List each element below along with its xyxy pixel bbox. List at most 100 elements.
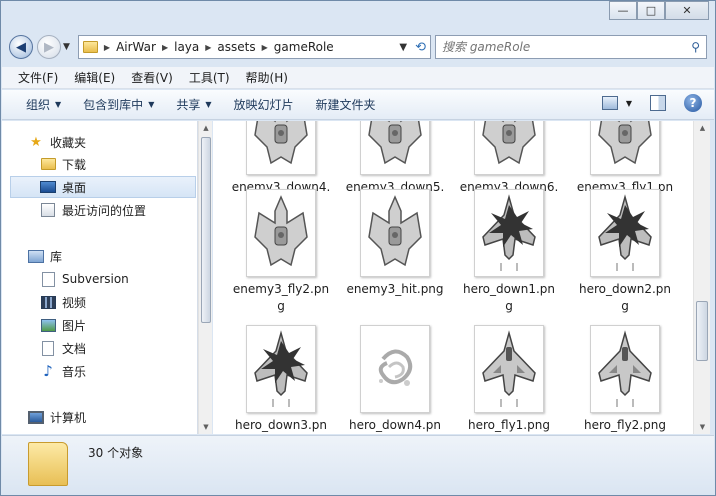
breadcrumb-separator-icon[interactable]: ▶ [205, 43, 211, 52]
new-folder-button[interactable]: 新建文件夹 [316, 96, 376, 113]
refresh-icon[interactable]: ⟲ [415, 40, 426, 55]
file-name: hero_fly1.png [453, 417, 565, 434]
file-list: enemy3_down4.pngenemy3_down5.pngenemy3_d… [213, 121, 693, 434]
file-name: hero_down4.pn [339, 417, 451, 434]
breadcrumb-laya[interactable]: laya [174, 40, 199, 54]
enemy-ship-icon [246, 189, 316, 277]
organize-label: 组织 [26, 98, 51, 112]
hero-explosion-icon [474, 189, 544, 277]
nav-desktop[interactable]: 桌面 [10, 176, 196, 198]
search-box[interactable]: ⚲ [435, 35, 707, 59]
nav-videos[interactable]: 视频 [2, 291, 198, 313]
breadcrumb-separator-icon[interactable]: ▶ [104, 43, 110, 52]
file-name-line: hero_down2.pn [578, 282, 672, 296]
breadcrumb-gamerole[interactable]: gameRole [274, 40, 334, 54]
file-item[interactable]: enemy3_fly2.pn g [225, 189, 337, 315]
slideshow-button[interactable]: 放映幻灯片 [234, 96, 294, 113]
nav-favorites[interactable]: ★ 收藏夹 [2, 131, 198, 153]
address-row: ◀ ▶ ▼ ▶ AirWar ▶ laya ▶ assets ▶ gameRol… [9, 33, 707, 61]
hero-explosion-icon [590, 189, 660, 277]
hero-ship-icon [474, 325, 544, 413]
nav-favorites-label: 收藏夹 [50, 135, 87, 150]
menu-view[interactable]: 查看(V) [131, 69, 173, 86]
nav-documents[interactable]: 文档 [2, 337, 198, 359]
file-item[interactable]: enemy3_hit.png [339, 189, 451, 298]
scroll-down-arrow-icon[interactable]: ▼ [199, 420, 213, 434]
caption-buttons: — □ ✕ [609, 1, 709, 20]
menu-help[interactable]: 帮助(H) [246, 69, 288, 86]
recent-pages-dropdown-icon[interactable]: ▼ [63, 42, 70, 52]
nav-music-label: 音乐 [62, 364, 87, 379]
nav-computer[interactable]: 计算机 [2, 406, 198, 428]
enemy-ship-icon [360, 189, 430, 277]
scroll-up-arrow-icon[interactable]: ▲ [199, 121, 213, 135]
share-button[interactable]: 共享 ▼ [176, 96, 211, 113]
nav-libraries[interactable]: 库 [2, 245, 198, 267]
music-note-icon: ♪ [43, 362, 53, 380]
minimize-button[interactable]: — [609, 1, 637, 20]
smoke-icon [360, 325, 430, 413]
file-item[interactable]: hero_down4.pn [339, 325, 451, 434]
menu-edit[interactable]: 编辑(E) [74, 69, 115, 86]
nav-scroll-thumb[interactable] [201, 137, 211, 323]
back-arrow-icon: ◀ [16, 39, 26, 55]
nav-subversion-label: Subversion [62, 272, 129, 286]
address-dropdown-icon[interactable]: ▼ [399, 42, 407, 53]
close-button[interactable]: ✕ [665, 1, 709, 20]
menu-bar: 文件(F) 编辑(E) 查看(V) 工具(T) 帮助(H) [2, 67, 714, 89]
nav-recent-places[interactable]: 最近访问的位置 [2, 199, 198, 221]
dropdown-arrow-icon: ▼ [205, 100, 212, 109]
content-scrollbar[interactable]: ▲ ▼ [693, 121, 710, 434]
new-folder-label: 新建文件夹 [315, 98, 376, 112]
file-item[interactable]: hero_down1.pn g [453, 189, 565, 315]
subversion-icon [40, 271, 56, 287]
dropdown-arrow-icon: ▼ [55, 100, 62, 109]
back-button[interactable]: ◀ [9, 35, 33, 59]
breadcrumb-separator-icon[interactable]: ▶ [162, 43, 168, 52]
enemy-ship-icon [474, 121, 544, 175]
menu-tools[interactable]: 工具(T) [189, 69, 230, 86]
share-label: 共享 [176, 98, 201, 112]
scroll-up-arrow-icon[interactable]: ▲ [694, 121, 711, 135]
nav-scrollbar[interactable]: ▲ ▼ [198, 121, 212, 434]
help-icon[interactable]: ? [684, 94, 702, 112]
menu-file[interactable]: 文件(F) [18, 69, 58, 86]
file-item[interactable]: hero_down3.pn [225, 325, 337, 434]
preview-pane-icon[interactable] [650, 95, 666, 111]
file-item[interactable]: hero_fly2.png [569, 325, 681, 434]
object-count: 30 个对象 [88, 446, 144, 460]
search-icon[interactable]: ⚲ [691, 40, 700, 54]
breadcrumb-separator-icon[interactable]: ▶ [262, 43, 268, 52]
nav-computer-label: 计算机 [50, 410, 87, 425]
nav-subversion[interactable]: Subversion [2, 268, 198, 290]
file-name-line: hero_down1.pn [462, 282, 556, 296]
include-in-library-button[interactable]: 包含到库中 ▼ [83, 96, 154, 113]
maximize-button[interactable]: □ [637, 1, 665, 20]
explorer-window: — □ ✕ ◀ ▶ ▼ ▶ AirWar ▶ laya ▶ assets ▶ g… [0, 0, 716, 496]
nav-videos-label: 视频 [62, 295, 87, 310]
nav-downloads-label: 下载 [62, 157, 87, 172]
nav-music[interactable]: ♪ 音乐 [2, 360, 198, 382]
search-input[interactable] [442, 40, 692, 54]
file-name-line: g [621, 299, 629, 313]
desktop-icon [40, 179, 56, 195]
pictures-icon [40, 317, 56, 333]
file-item[interactable]: hero_fly1.png [453, 325, 565, 434]
nav-pictures[interactable]: 图片 [2, 314, 198, 336]
organize-button[interactable]: 组织 ▼ [26, 96, 61, 113]
scroll-down-arrow-icon[interactable]: ▼ [694, 420, 711, 434]
computer-icon [28, 409, 44, 425]
breadcrumb-assets[interactable]: assets [217, 40, 255, 54]
slideshow-label: 放映幻灯片 [233, 98, 294, 112]
change-view-button[interactable]: ▼ [601, 96, 632, 110]
content-scroll-thumb[interactable] [696, 301, 708, 361]
forward-button[interactable]: ▶ [37, 35, 61, 59]
enemy-ship-icon [360, 121, 430, 175]
folder-icon [28, 442, 68, 486]
breadcrumb-airwar[interactable]: AirWar [116, 40, 156, 54]
file-item[interactable]: hero_down2.png [569, 189, 681, 315]
file-name-line: hero_down3.pn [234, 418, 328, 432]
details-pane: 30 个对象 [2, 435, 714, 495]
nav-downloads[interactable]: 下载 [2, 153, 198, 175]
address-bar[interactable]: ▶ AirWar ▶ laya ▶ assets ▶ gameRole ▼ ⟲ [77, 35, 431, 59]
